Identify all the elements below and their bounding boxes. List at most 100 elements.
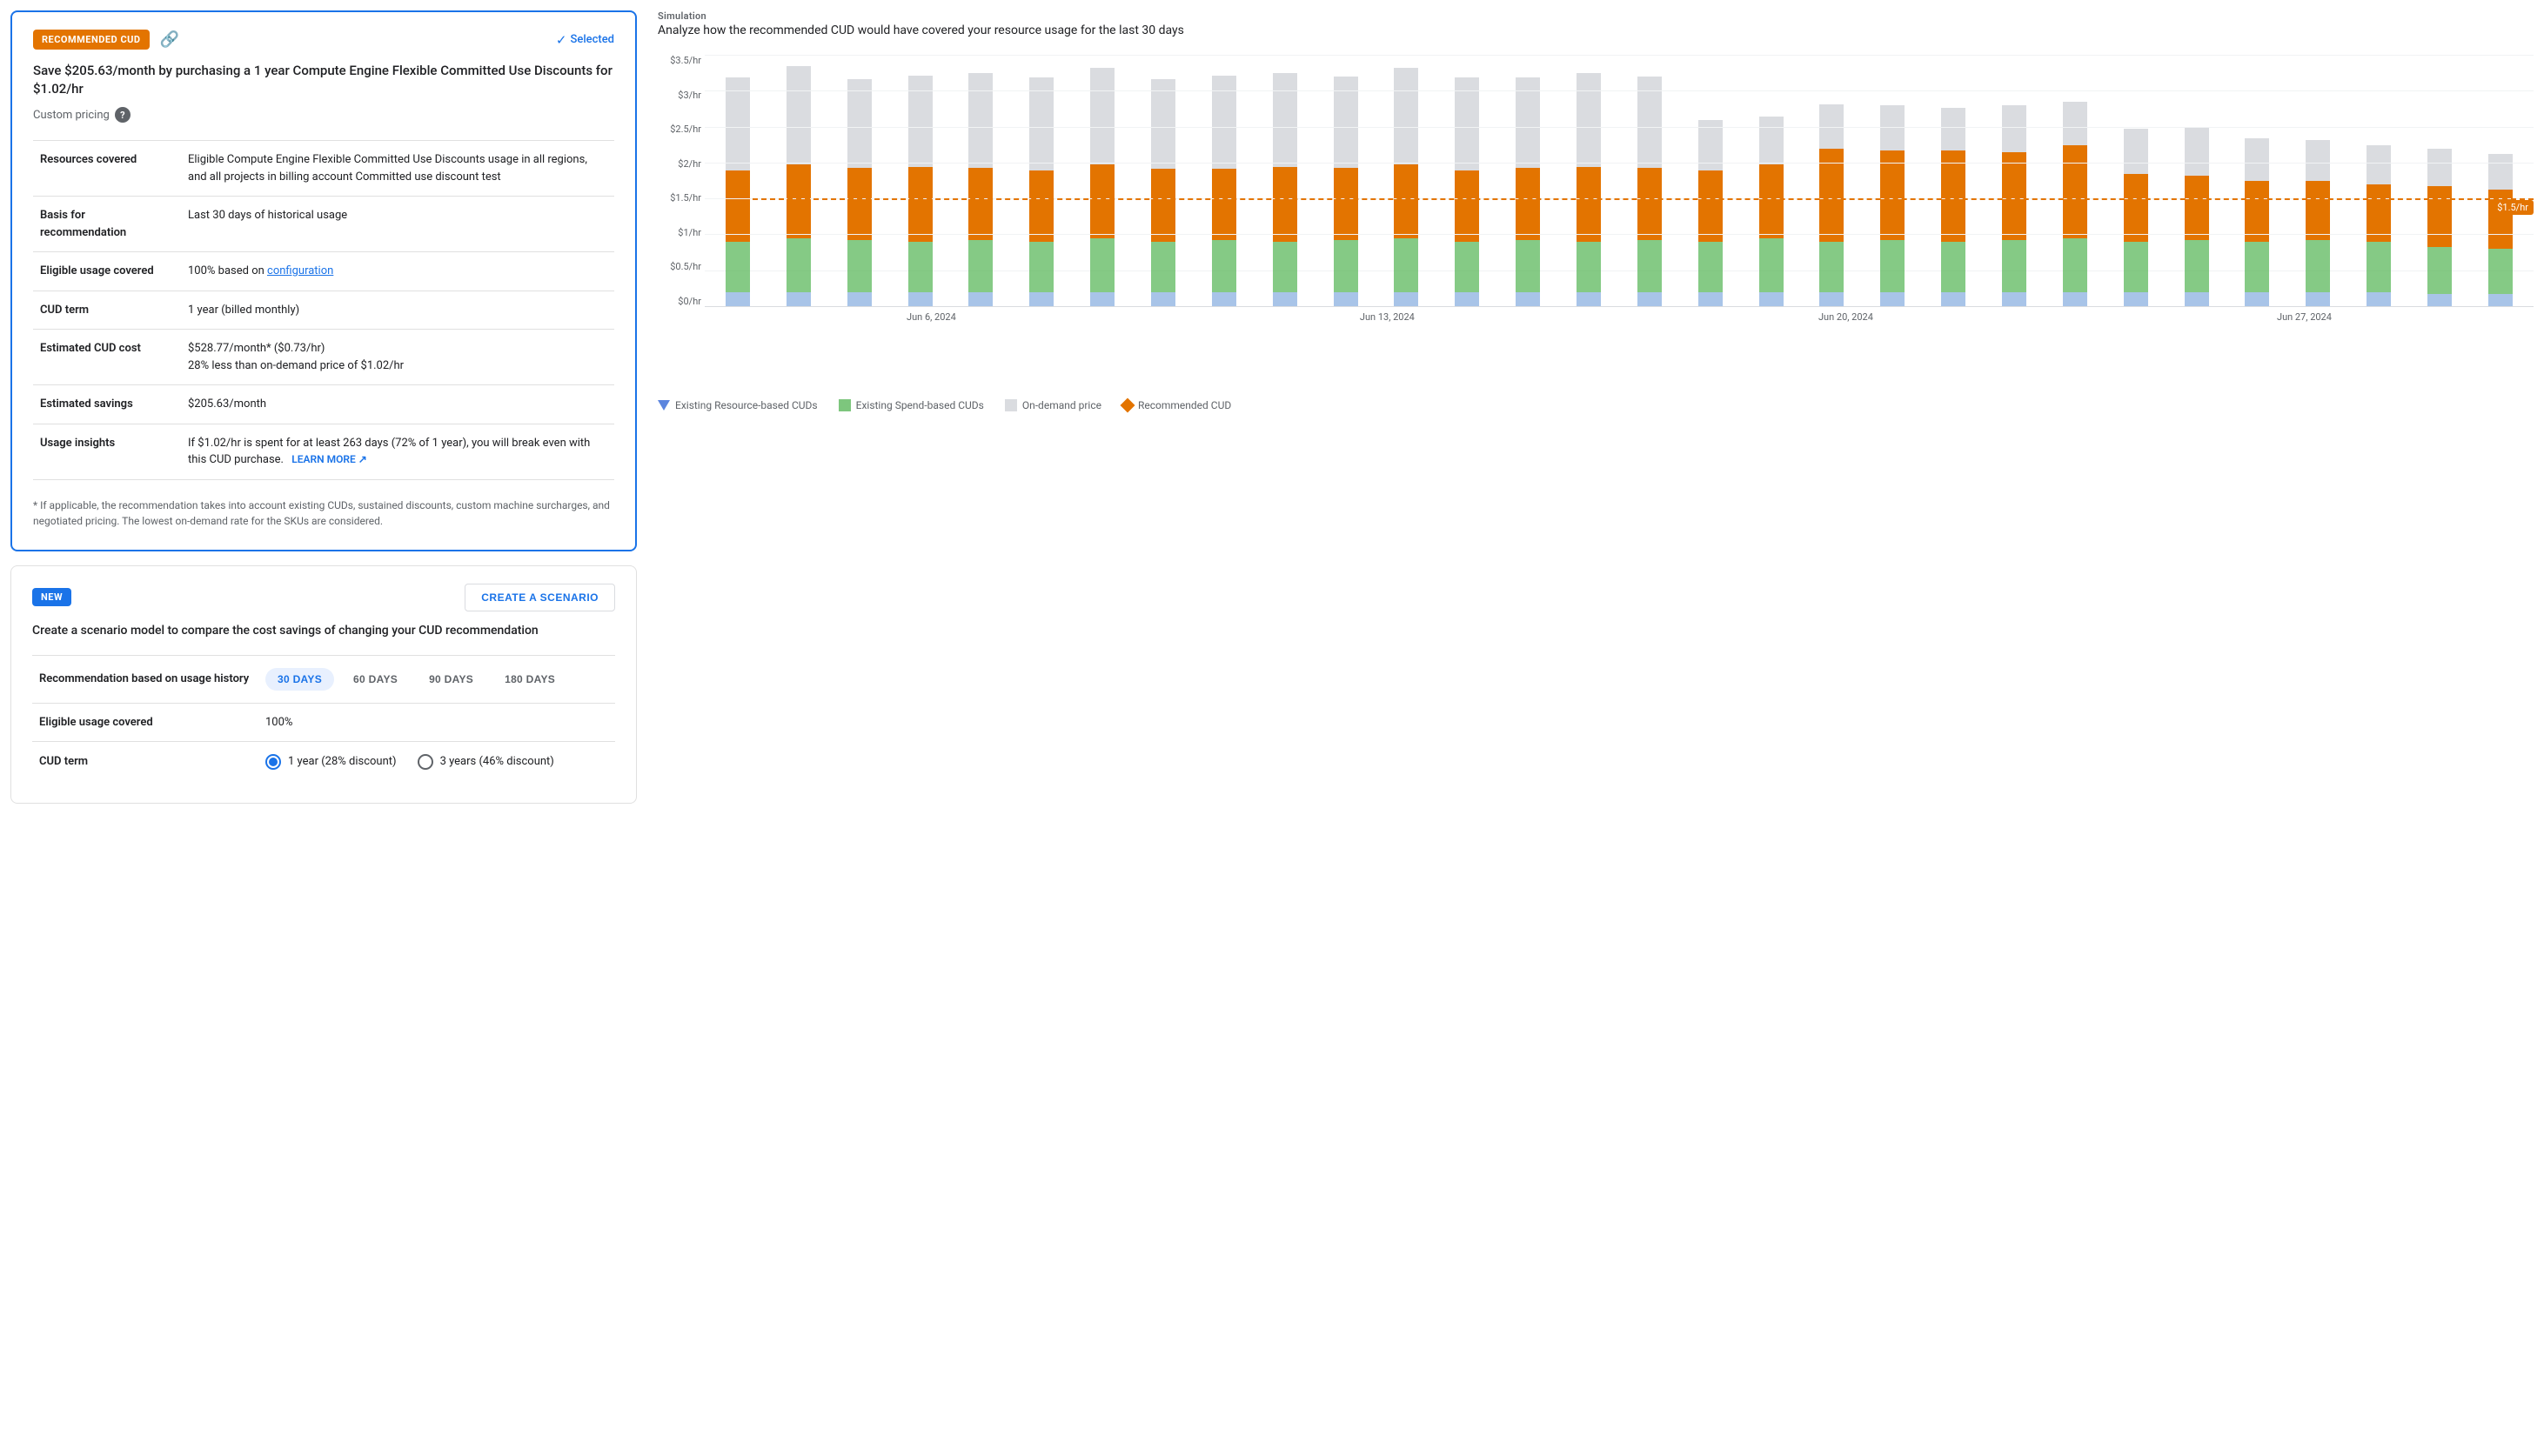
table-row: Recommendation based on usage history 30… xyxy=(32,655,615,703)
bar-gray xyxy=(847,79,872,167)
chip-180-days[interactable]: 180 DAYS xyxy=(492,668,567,691)
scenario-card: NEW CREATE A SCENARIO Create a scenario … xyxy=(10,565,637,804)
bar-group xyxy=(1985,55,2044,306)
triangle-icon xyxy=(658,400,670,411)
radio-circle-3years xyxy=(418,754,433,770)
bar-group xyxy=(1437,55,1496,306)
detail-label: Usage insights xyxy=(33,424,181,479)
x-label-jun27: Jun 27, 2024 xyxy=(2277,311,2332,323)
detail-value: 100% based on configuration xyxy=(181,252,614,291)
bar-group xyxy=(2106,55,2166,306)
bar-green xyxy=(1273,242,1297,292)
bar-green xyxy=(1029,242,1054,292)
scenario-value: 1 year (28% discount) 3 years (46% disco… xyxy=(258,741,615,782)
chip-30-days[interactable]: 30 DAYS xyxy=(265,668,334,691)
details-table: Resources covered Eligible Compute Engin… xyxy=(33,140,614,480)
bar-green xyxy=(787,238,811,292)
bar-orange xyxy=(1941,150,1965,242)
bar-orange xyxy=(1516,168,1540,241)
help-icon[interactable]: ? xyxy=(115,107,131,123)
x-axis: Jun 6, 2024 Jun 13, 2024 Jun 20, 2024 Ju… xyxy=(705,311,2534,323)
radio-label-1year: 1 year (28% discount) xyxy=(288,755,397,768)
bar-group xyxy=(1012,55,1071,306)
table-row: Resources covered Eligible Compute Engin… xyxy=(33,141,614,197)
bar-blue xyxy=(726,292,750,306)
bar-group xyxy=(2045,55,2105,306)
bar-green xyxy=(1941,242,1965,292)
grid-line xyxy=(705,90,2534,91)
chip-60-days[interactable]: 60 DAYS xyxy=(341,668,410,691)
bar-green xyxy=(1880,240,1905,292)
detail-value: 1 year (billed monthly) xyxy=(181,291,614,330)
detail-value: $205.63/month xyxy=(181,385,614,424)
y-label-10: $1/hr xyxy=(658,227,701,238)
bar-group xyxy=(2227,55,2286,306)
bar-orange xyxy=(2427,186,2452,247)
diamond-icon xyxy=(1120,398,1135,413)
bar-gray xyxy=(2245,138,2269,181)
bar-group xyxy=(1134,55,1193,306)
bar-orange xyxy=(1637,168,1662,241)
bar-green xyxy=(1151,242,1175,292)
configuration-link[interactable]: configuration xyxy=(267,264,333,277)
bar-green xyxy=(2488,249,2513,295)
chip-90-days[interactable]: 90 DAYS xyxy=(417,668,485,691)
detail-label: Resources covered xyxy=(33,141,181,197)
bar-group xyxy=(1681,55,1740,306)
day-chips: 30 DAYS 60 DAYS 90 DAYS 180 DAYS xyxy=(265,668,608,691)
bar-green xyxy=(968,240,993,292)
bar-group xyxy=(1195,55,1254,306)
bar-green xyxy=(2002,240,2026,292)
bar-group xyxy=(1802,55,1861,306)
bar-green xyxy=(1394,238,1418,292)
x-label-jun20: Jun 20, 2024 xyxy=(1818,311,1873,323)
grid-line xyxy=(705,198,2534,199)
bar-orange xyxy=(2185,176,2209,240)
table-row: Basis for recommendation Last 30 days of… xyxy=(33,197,614,252)
detail-value: Last 30 days of historical usage xyxy=(181,197,614,252)
bar-blue xyxy=(1151,292,1175,306)
bar-orange xyxy=(1455,170,1479,242)
bar-blue xyxy=(1637,292,1662,306)
bar-blue xyxy=(1273,292,1297,306)
bar-orange xyxy=(1394,164,1418,239)
y-label-30: $3/hr xyxy=(658,90,701,101)
bar-green xyxy=(1637,240,1662,292)
detail-value: If $1.02/hr is spent for at least 263 da… xyxy=(181,424,614,479)
bar-green xyxy=(1759,238,1784,292)
legend-item-ondemand: On-demand price xyxy=(1005,399,1101,411)
bar-blue xyxy=(2185,292,2209,306)
bar-orange xyxy=(1273,167,1297,242)
scenario-value: 30 DAYS 60 DAYS 90 DAYS 180 DAYS xyxy=(258,655,615,703)
bar-orange xyxy=(968,168,993,241)
card-title: Save $205.63/month by purchasing a 1 yea… xyxy=(33,62,614,98)
detail-value: Eligible Compute Engine Flexible Committ… xyxy=(181,141,614,197)
bar-group xyxy=(830,55,889,306)
grid-line xyxy=(705,55,2534,56)
bar-group xyxy=(708,55,767,306)
create-scenario-button[interactable]: CREATE A SCENARIO xyxy=(465,584,615,611)
radio-1year[interactable]: 1 year (28% discount) xyxy=(265,754,397,770)
bar-gray xyxy=(2367,145,2391,184)
bar-gray xyxy=(1577,73,1601,168)
detail-label: CUD term xyxy=(33,291,181,330)
radio-3years[interactable]: 3 years (46% discount) xyxy=(418,754,554,770)
bar-blue xyxy=(2427,294,2452,306)
bar-orange xyxy=(2002,152,2026,240)
legend-label-recommended: Recommended CUD xyxy=(1138,399,1231,411)
radio-circle-1year xyxy=(265,754,281,770)
bar-gray xyxy=(1273,73,1297,168)
bar-green xyxy=(1577,242,1601,292)
bar-gray xyxy=(1334,77,1358,168)
bar-blue xyxy=(1394,292,1418,306)
link-icon[interactable]: 🔗 xyxy=(160,30,179,49)
bar-gray xyxy=(1941,108,1965,150)
bar-green xyxy=(908,242,933,292)
bar-blue xyxy=(1819,292,1844,306)
learn-more-link[interactable]: LEARN MORE ↗ xyxy=(291,451,367,467)
bar-blue xyxy=(2124,292,2148,306)
bar-orange xyxy=(1151,169,1175,242)
bar-gray xyxy=(2306,140,2330,181)
bar-blue xyxy=(2367,292,2391,306)
bar-gray xyxy=(2185,127,2209,176)
